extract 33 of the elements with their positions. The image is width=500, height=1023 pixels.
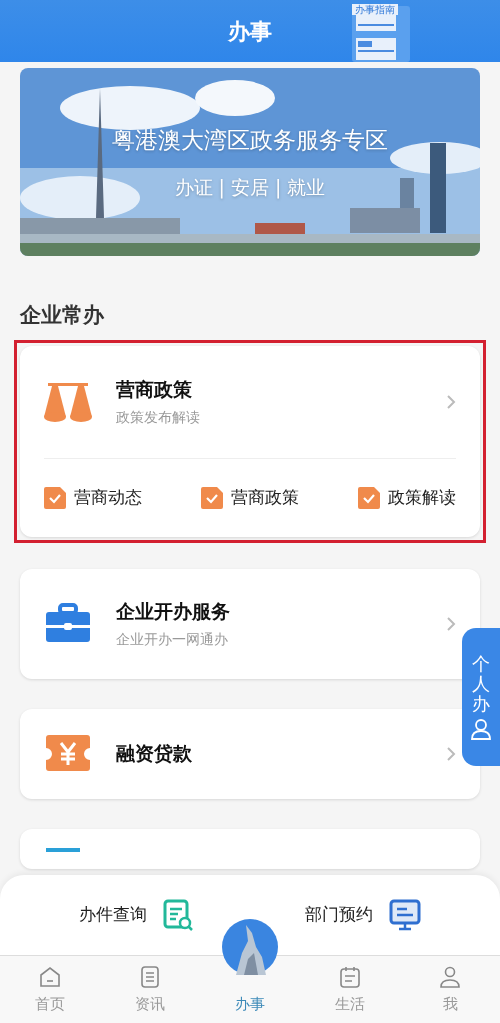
- banner-title: 粤港澳大湾区政务服务专区: [112, 125, 388, 155]
- quick-action[interactable]: 部门预约: [305, 899, 421, 931]
- person-icon: [471, 717, 491, 740]
- home-icon: [38, 964, 62, 989]
- card-subtitle: 政策发布解读: [116, 408, 201, 428]
- card[interactable]: [20, 828, 480, 869]
- card-title: 企业开办服务: [116, 598, 231, 624]
- chevron-right-icon: [446, 615, 456, 632]
- scale-icon: [44, 380, 92, 423]
- calendar-icon: [338, 964, 362, 989]
- page-title: 办事: [228, 17, 272, 46]
- guide-label: 办事指南: [352, 4, 398, 15]
- card[interactable]: 营商政策 政策发布解读 营商动态 营商政策 政策解读: [20, 345, 480, 537]
- search-document-icon: [163, 899, 195, 931]
- card-title: 融资贷款: [116, 741, 193, 767]
- card-subtitle: 企业开办一网通办: [116, 630, 229, 650]
- chevron-right-icon: [446, 745, 456, 762]
- link[interactable]: 政策解读: [388, 484, 456, 511]
- side-tab[interactable]: 个人办: [462, 628, 500, 766]
- link[interactable]: 营商动态: [74, 484, 142, 511]
- briefcase-icon: [44, 602, 92, 645]
- monitor-icon: [389, 899, 421, 931]
- link[interactable]: 营商政策: [231, 484, 299, 511]
- card-title: 营商政策: [116, 376, 193, 402]
- checked-document-icon: [44, 486, 66, 509]
- banner-subtitle: 办证 | 安居 | 就业: [174, 175, 326, 201]
- person-icon: [438, 964, 462, 989]
- checked-document-icon: [201, 486, 223, 509]
- checked-document-icon: [358, 486, 380, 509]
- section-title: 企业常办: [20, 302, 105, 329]
- quick-action[interactable]: 办件查询: [79, 899, 195, 931]
- chevron-right-icon: [446, 393, 456, 410]
- tab[interactable]: 办事: [235, 988, 265, 1023]
